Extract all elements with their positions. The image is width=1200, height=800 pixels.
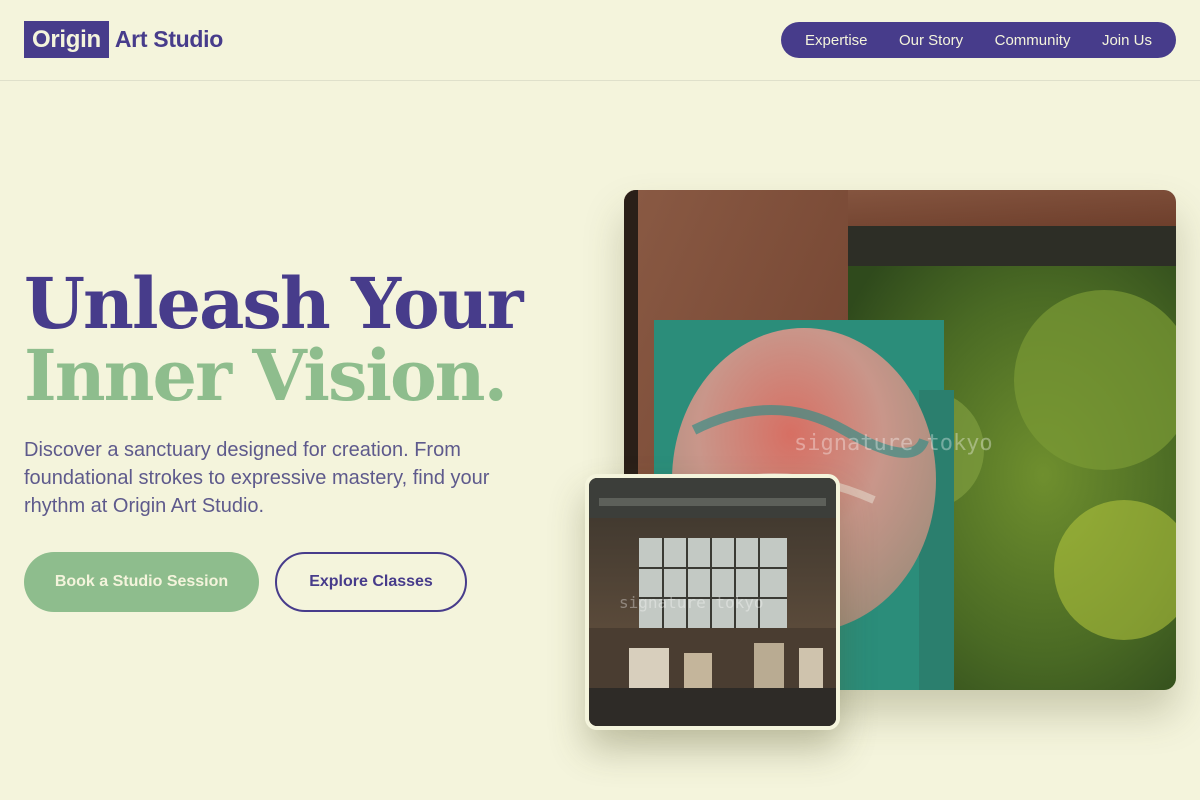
site-header: Origin Art Studio Expertise Our Story Co… (0, 0, 1200, 81)
explore-classes-button[interactable]: Explore Classes (275, 552, 467, 612)
hero-headline: Unleash Your Inner Vision. (24, 262, 523, 417)
book-studio-session-button[interactable]: Book a Studio Session (24, 552, 259, 612)
studio-interior-image: signature tokyo (585, 474, 840, 730)
nav-link-community[interactable]: Community (995, 32, 1071, 49)
logo-text: Art Studio (114, 26, 224, 52)
nav-link-expertise[interactable]: Expertise (805, 32, 868, 49)
nav-link-join-us[interactable]: Join Us (1102, 32, 1152, 49)
svg-text:signature tokyo: signature tokyo (794, 431, 993, 456)
headline-line-2: Inner Vision. (24, 334, 508, 417)
hero-lead-text: Discover a sanctuary designed for creati… (24, 439, 490, 517)
headline-line-1: Unleash Your (24, 262, 523, 345)
logo-mark: Origin (24, 21, 109, 58)
logo[interactable]: Origin Art Studio (24, 21, 223, 58)
main-nav: Expertise Our Story Community Join Us (781, 22, 1176, 58)
nav-link-our-story[interactable]: Our Story (899, 32, 963, 49)
svg-text:signature tokyo: signature tokyo (619, 593, 764, 612)
